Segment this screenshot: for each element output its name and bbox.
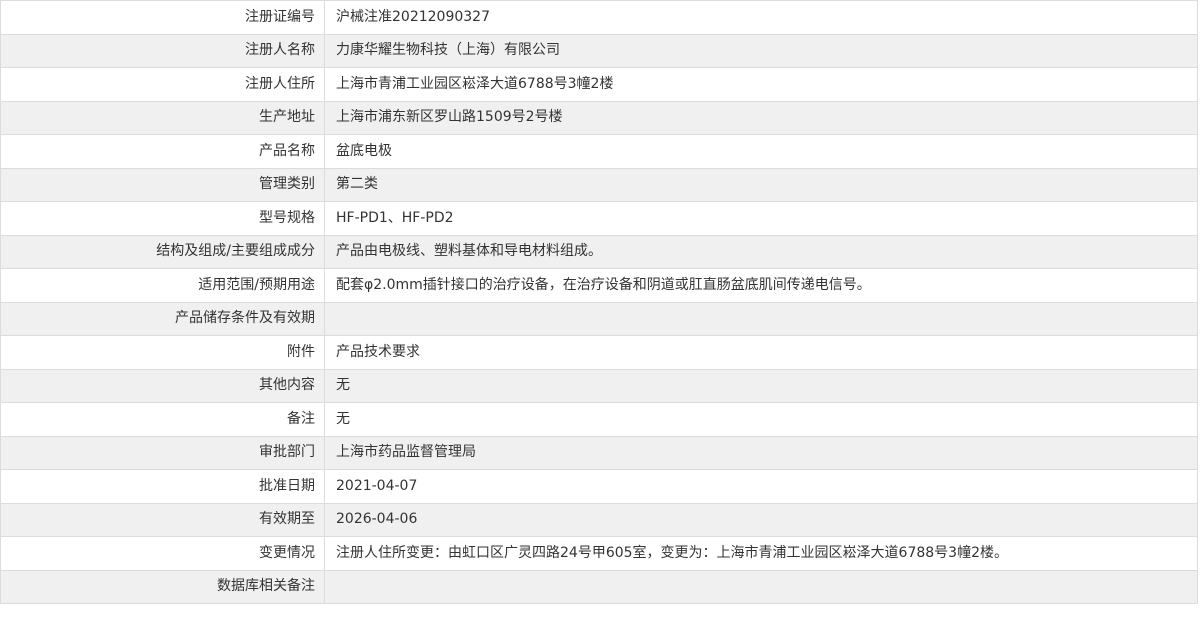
label-structure-composition: 结构及组成/主要组成成分: [0, 234, 325, 269]
value-production-address: 上海市浦东新区罗山路1509号2号楼: [324, 100, 1198, 135]
row-change-history: 变更情况 注册人住所变更：由虹口区广灵四路24号甲605室，变更为：上海市青浦工…: [0, 536, 1198, 571]
value-valid-until: 2026-04-06: [324, 502, 1198, 537]
value-structure-composition: 产品由电极线、塑料基体和导电材料组成。: [324, 234, 1198, 269]
label-registrant-name: 注册人名称: [0, 33, 325, 68]
value-product-name: 盆底电极: [324, 134, 1198, 169]
registration-info-table: 注册证编号 沪械注准20212090327 注册人名称 力康华耀生物科技（上海）…: [0, 0, 1198, 604]
value-other-content: 无: [324, 368, 1198, 403]
value-change-history: 注册人住所变更：由虹口区广灵四路24号甲605室，变更为：上海市青浦工业园区崧泽…: [324, 536, 1198, 571]
label-storage-validity: 产品储存条件及有效期: [0, 301, 325, 336]
registration-detail-page: 注册证编号 沪械注准20212090327 注册人名称 力康华耀生物科技（上海）…: [0, 0, 1198, 633]
label-model-spec: 型号规格: [0, 201, 325, 236]
label-valid-until: 有效期至: [0, 502, 325, 537]
row-attachment: 附件 产品技术要求: [0, 335, 1198, 370]
label-production-address: 生产地址: [0, 100, 325, 135]
row-approval-date: 批准日期 2021-04-07: [0, 469, 1198, 504]
row-model-spec: 型号规格 HF-PD1、HF-PD2: [0, 201, 1198, 236]
row-production-address: 生产地址 上海市浦东新区罗山路1509号2号楼: [0, 100, 1198, 135]
row-registrant-address: 注册人住所 上海市青浦工业园区崧泽大道6788号3幢2楼: [0, 67, 1198, 102]
label-intended-use: 适用范围/预期用途: [0, 268, 325, 303]
value-storage-validity: [324, 301, 1198, 336]
value-approval-department: 上海市药品监督管理局: [324, 435, 1198, 470]
label-attachment: 附件: [0, 335, 325, 370]
row-management-class: 管理类别 第二类: [0, 167, 1198, 202]
label-product-name: 产品名称: [0, 134, 325, 169]
row-valid-until: 有效期至 2026-04-06: [0, 502, 1198, 537]
value-registration-number: 沪械注准20212090327: [324, 0, 1198, 35]
row-registration-number: 注册证编号 沪械注准20212090327: [0, 0, 1198, 35]
row-intended-use: 适用范围/预期用途 配套φ2.0mm插针接口的治疗设备，在治疗设备和阴道或肛直肠…: [0, 268, 1198, 303]
label-approval-date: 批准日期: [0, 469, 325, 504]
row-database-remarks: 数据库相关备注: [0, 569, 1198, 604]
label-database-remarks: 数据库相关备注: [0, 569, 325, 604]
label-other-content: 其他内容: [0, 368, 325, 403]
row-product-name: 产品名称 盆底电极: [0, 134, 1198, 169]
value-registrant-name: 力康华耀生物科技（上海）有限公司: [324, 33, 1198, 68]
value-model-spec: HF-PD1、HF-PD2: [324, 201, 1198, 236]
value-registrant-address: 上海市青浦工业园区崧泽大道6788号3幢2楼: [324, 67, 1198, 102]
value-intended-use: 配套φ2.0mm插针接口的治疗设备，在治疗设备和阴道或肛直肠盆底肌间传递电信号。: [324, 268, 1198, 303]
label-change-history: 变更情况: [0, 536, 325, 571]
row-remarks: 备注 无: [0, 402, 1198, 437]
label-management-class: 管理类别: [0, 167, 325, 202]
value-attachment: 产品技术要求: [324, 335, 1198, 370]
row-storage-validity: 产品储存条件及有效期: [0, 301, 1198, 336]
label-registrant-address: 注册人住所: [0, 67, 325, 102]
label-approval-department: 审批部门: [0, 435, 325, 470]
value-database-remarks: [324, 569, 1198, 604]
row-approval-department: 审批部门 上海市药品监督管理局: [0, 435, 1198, 470]
value-approval-date: 2021-04-07: [324, 469, 1198, 504]
row-other-content: 其他内容 无: [0, 368, 1198, 403]
label-remarks: 备注: [0, 402, 325, 437]
row-registrant-name: 注册人名称 力康华耀生物科技（上海）有限公司: [0, 33, 1198, 68]
value-management-class: 第二类: [324, 167, 1198, 202]
value-remarks: 无: [324, 402, 1198, 437]
row-structure-composition: 结构及组成/主要组成成分 产品由电极线、塑料基体和导电材料组成。: [0, 234, 1198, 269]
label-registration-number: 注册证编号: [0, 0, 325, 35]
